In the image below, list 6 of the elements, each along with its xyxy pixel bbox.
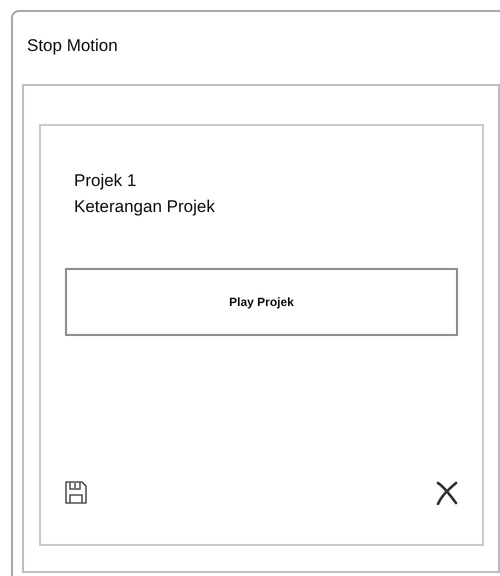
project-name: Projek 1 [74, 170, 136, 192]
save-icon[interactable] [65, 481, 87, 504]
close-icon[interactable] [436, 481, 458, 505]
play-button[interactable]: Play Projek [65, 268, 458, 336]
project-description: Keterangan Projek [74, 196, 215, 218]
window-title: Stop Motion [27, 36, 118, 57]
